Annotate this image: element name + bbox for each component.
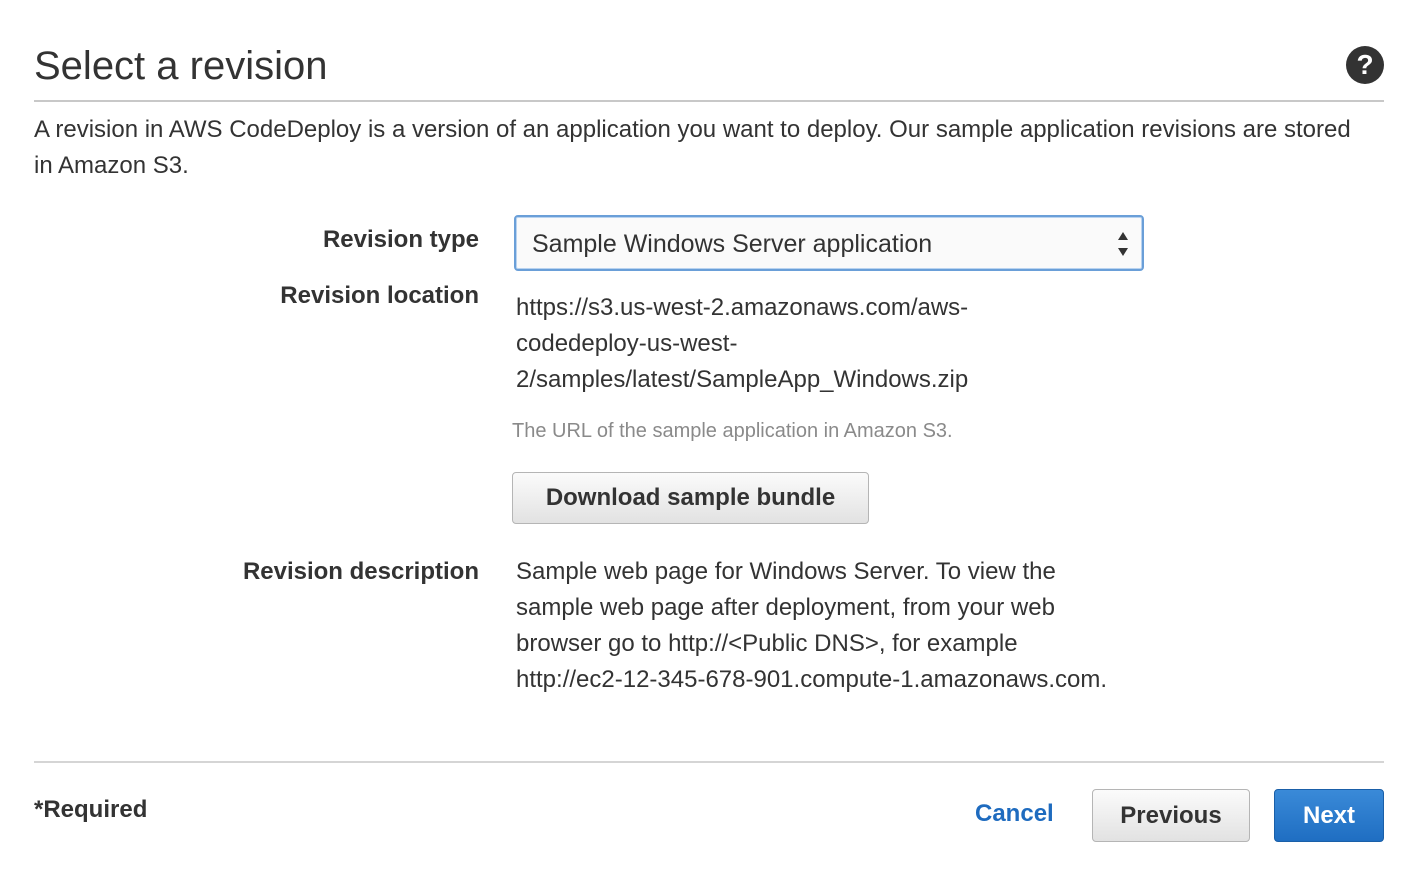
revision-type-select[interactable]: Sample Windows Server application [514,215,1144,271]
revision-description-value: Sample web page for Windows Server. To v… [516,558,1107,693]
page-title: Select a revision [34,44,328,88]
required-note: *Required [34,796,148,823]
footer-divider [34,761,1384,763]
revision-location-hint: The URL of the sample application in Ama… [512,420,953,442]
select-revision-page: Select a revision ? A revision in AWS Co… [0,0,1411,877]
previous-button[interactable]: Previous [1092,789,1250,842]
revision-location-value: https://s3.us-west-2.amazonaws.com/aws-c… [516,290,1036,398]
revision-location-label: Revision location [280,282,479,309]
next-button[interactable]: Next [1274,789,1384,842]
revision-type-label: Revision type [322,226,479,253]
select-arrows-icon [1118,232,1128,256]
intro-text: A revision in AWS CodeDeploy is a versio… [34,116,1351,179]
revision-location-url: https://s3.us-west-2.amazonaws.com/aws-c… [516,294,969,393]
question-circle-icon[interactable]: ? [1346,46,1384,84]
revision-type-selected-value: Sample Windows Server application [532,230,933,258]
cancel-button[interactable]: Cancel [975,800,1054,828]
page-header: Select a revision ? [34,36,1384,102]
revision-description-label: Revision description [242,558,479,585]
download-sample-bundle-button[interactable]: Download sample bundle [512,472,869,524]
